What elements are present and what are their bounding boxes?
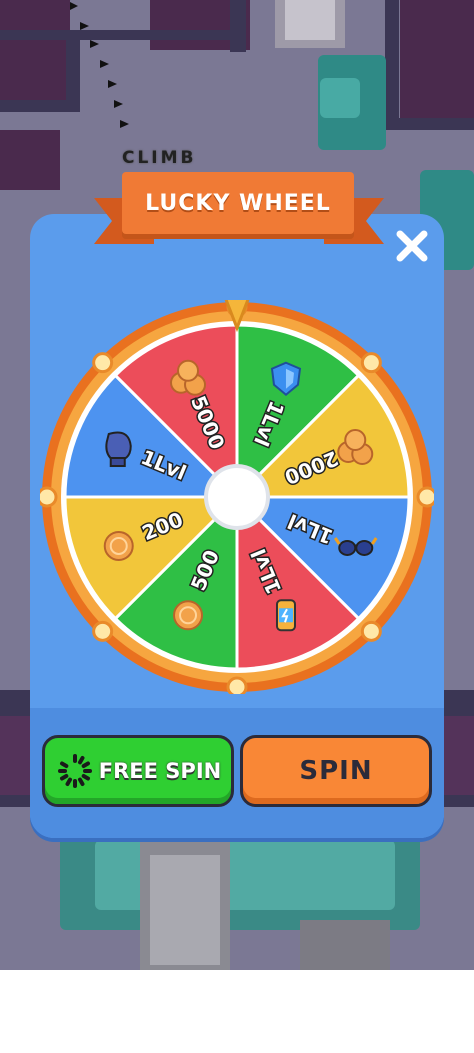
free-spin-label: FREE SPIN	[98, 759, 222, 783]
loading-spinner-icon	[57, 754, 92, 788]
close-button[interactable]	[394, 228, 430, 264]
rim-stud	[226, 676, 248, 694]
spin-label: SPIN	[299, 756, 373, 786]
rim-stud	[92, 620, 114, 642]
title-ribbon: LUCKY WHEEL	[94, 168, 384, 268]
title-banner: LUCKY WHEEL	[122, 172, 354, 234]
rim-stud	[416, 486, 434, 508]
wheel-hub	[204, 464, 270, 530]
free-spin-button[interactable]: FREE SPIN	[42, 735, 234, 807]
close-x-icon	[396, 230, 428, 262]
dialog-title: LUCKY WHEEL	[145, 190, 331, 216]
rim-stud	[360, 620, 382, 642]
rim-stud	[92, 352, 114, 374]
prize-wheel[interactable]: 1Lvl20001Lvl1Lvl5002001Lvl5000	[40, 300, 434, 694]
energy-can-icon	[275, 599, 296, 632]
climb-hint-text: CLIMB	[122, 148, 197, 168]
spin-button[interactable]: SPIN	[240, 735, 432, 807]
rim-stud	[40, 486, 58, 508]
coin-icon	[173, 600, 204, 631]
coin-icon	[103, 530, 134, 561]
rim-stud	[360, 352, 382, 374]
